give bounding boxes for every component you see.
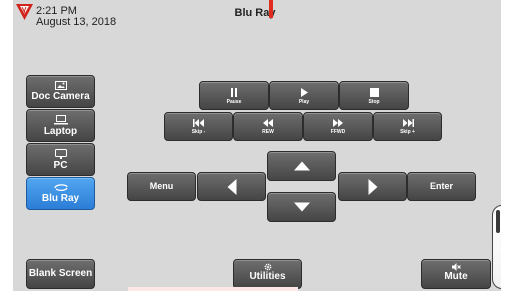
skip-back-button[interactable]: Skip -	[164, 112, 233, 141]
arrow-left-icon	[227, 178, 236, 195]
left-arrow-button[interactable]	[197, 172, 266, 201]
menu-label: Menu	[149, 181, 174, 191]
volume-slider[interactable]: V o l u m e	[492, 205, 501, 289]
source-button-blu-ray[interactable]: Blu Ray	[26, 177, 95, 210]
pause-label: Pause	[226, 99, 242, 105]
source-button-pc[interactable]: PC	[26, 143, 95, 176]
fast-forward-button[interactable]: FFWD	[303, 112, 373, 141]
image-icon	[54, 81, 67, 90]
arrow-down-icon	[293, 202, 310, 212]
skip-back-icon	[192, 119, 204, 127]
disc-icon	[53, 184, 68, 192]
up-arrow-button[interactable]	[267, 151, 336, 181]
laptop-icon	[53, 115, 68, 125]
stop-button[interactable]: Stop	[339, 81, 409, 110]
skip-back-label: Skip -	[191, 129, 206, 135]
source-button-doc-camera[interactable]: Doc Camera	[26, 75, 95, 108]
volume-level-fill	[496, 210, 500, 233]
arrow-up-icon	[293, 161, 310, 171]
speaker-mute-icon	[451, 263, 461, 271]
stop-icon	[369, 88, 379, 97]
clock-date: August 13, 2018	[36, 16, 117, 28]
blank-screen-label: Blank Screen	[28, 268, 93, 279]
mute-label: Mute	[444, 271, 468, 282]
source-label: Blu Ray	[41, 193, 80, 204]
menu-button[interactable]: Menu	[127, 172, 196, 201]
utilities-button[interactable]: Utilities	[233, 259, 302, 289]
skip-forward-icon	[402, 119, 414, 127]
play-button[interactable]: Play	[269, 81, 339, 110]
touch-panel-screen: 2:21 PM August 13, 2018 Blu Ray Doc Came…	[13, 0, 501, 291]
down-arrow-button[interactable]	[267, 192, 336, 222]
mute-button[interactable]: Mute	[421, 259, 491, 289]
pause-icon	[231, 88, 237, 97]
stop-label: Stop	[368, 99, 380, 105]
rewind-button[interactable]: REW	[233, 112, 303, 141]
rewind-label: REW	[262, 129, 274, 135]
bottom-strip	[128, 287, 298, 291]
rewind-icon	[263, 119, 273, 127]
blank-screen-button[interactable]: Blank Screen	[26, 259, 95, 289]
skip-forward-label: Skip +	[400, 129, 415, 135]
skip-forward-button[interactable]: Skip +	[373, 112, 442, 141]
fast-forward-icon	[333, 119, 343, 127]
monitor-icon	[54, 149, 67, 159]
source-label: Doc Camera	[31, 91, 90, 102]
page-title: Blu Ray	[234, 7, 276, 19]
accent-marker	[269, 0, 273, 18]
arrow-right-icon	[368, 178, 377, 195]
enter-button[interactable]: Enter	[407, 172, 476, 201]
fast-forward-label: FFWD	[330, 129, 346, 135]
utilities-label: Utilities	[249, 271, 286, 282]
source-label: PC	[53, 160, 68, 171]
source-label: Laptop	[43, 126, 78, 137]
logo-icon	[16, 4, 33, 20]
play-icon	[301, 88, 308, 97]
right-arrow-button[interactable]	[338, 172, 407, 201]
play-label: Play	[298, 99, 310, 105]
enter-label: Enter	[429, 181, 453, 191]
source-button-laptop[interactable]: Laptop	[26, 109, 95, 142]
header-bar: 2:21 PM August 13, 2018 Blu Ray	[13, 0, 501, 34]
gear-icon	[264, 263, 271, 271]
pause-button[interactable]: Pause	[199, 81, 269, 110]
